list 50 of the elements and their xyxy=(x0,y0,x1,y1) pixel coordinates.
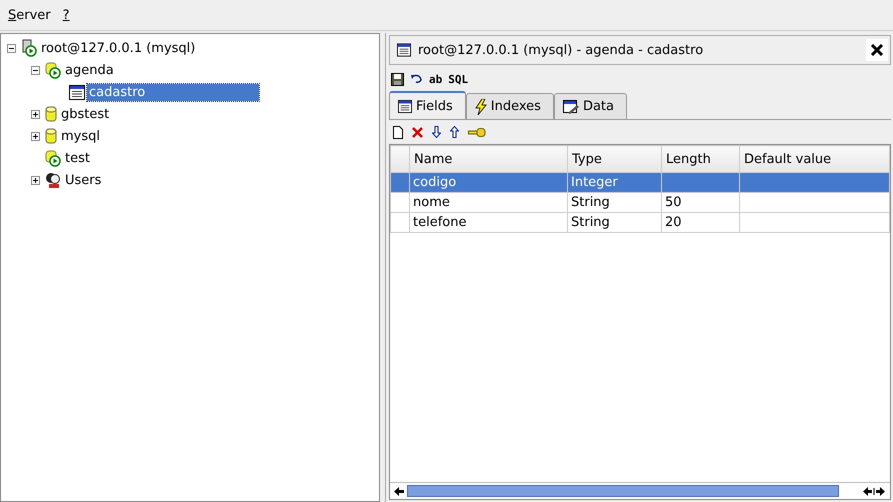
menu-item[interactable]: Server xyxy=(8,8,51,22)
users-icon xyxy=(45,171,61,189)
table-cell: telefone xyxy=(413,215,466,230)
tree-item[interactable]: mysql xyxy=(59,128,102,144)
toolbar-button[interactable]: ab xyxy=(429,70,442,88)
close-icon xyxy=(871,44,883,56)
save-button[interactable] xyxy=(391,70,404,88)
move-down-button[interactable] xyxy=(432,123,441,141)
tree-item[interactable]: agenda xyxy=(63,62,116,78)
window-title: root@127.0.0.1 (mysql) - agenda - cadastro xyxy=(418,42,704,58)
tree-item[interactable]: Users xyxy=(63,172,104,188)
scrollbar-thumb[interactable] xyxy=(407,485,839,497)
database-icon xyxy=(45,106,57,122)
tree-item[interactable]: root@127.0.0.1 (mysql) xyxy=(39,40,198,56)
server-icon xyxy=(21,39,37,57)
table-icon xyxy=(397,43,411,57)
column-header[interactable]: Name xyxy=(410,146,568,172)
collapse-icon[interactable] xyxy=(7,44,19,52)
table-cell: String xyxy=(571,195,610,210)
tree-item[interactable]: test xyxy=(63,150,92,166)
new-field-button[interactable] xyxy=(393,123,403,141)
move-up-button[interactable] xyxy=(450,123,459,141)
tab[interactable]: Indexes xyxy=(466,93,554,119)
close-button[interactable] xyxy=(866,39,888,61)
collapse-icon[interactable] xyxy=(31,66,43,74)
table-cell: String xyxy=(571,215,610,230)
expand-icon[interactable] xyxy=(31,132,43,140)
tab[interactable]: Data xyxy=(554,93,627,119)
tree-item[interactable]: cadastro xyxy=(87,84,260,100)
database-icon xyxy=(45,61,61,79)
table-icon xyxy=(398,100,412,112)
table-edit-icon xyxy=(562,100,579,114)
menu-item[interactable]: ? xyxy=(62,8,70,22)
lightning-icon xyxy=(474,98,487,114)
database-icon xyxy=(45,149,61,167)
table-icon xyxy=(69,84,85,100)
database-icon xyxy=(45,128,57,144)
table-cell: 20 xyxy=(665,215,682,230)
table-cell: codigo xyxy=(413,175,456,190)
expand-icon[interactable] xyxy=(31,110,43,118)
toolbar-button[interactable]: SQL xyxy=(448,70,468,88)
column-header[interactable]: Type xyxy=(568,146,662,172)
tab[interactable]: Fields xyxy=(389,91,466,119)
expand-icon[interactable] xyxy=(31,176,43,184)
column-header[interactable]: Length xyxy=(662,146,740,172)
column-header[interactable]: Default value xyxy=(740,146,890,172)
table-cell: nome xyxy=(413,195,450,210)
tree-item[interactable]: gbstest xyxy=(59,106,112,122)
table-cell: Integer xyxy=(571,175,618,190)
table-cell: 50 xyxy=(665,195,682,210)
